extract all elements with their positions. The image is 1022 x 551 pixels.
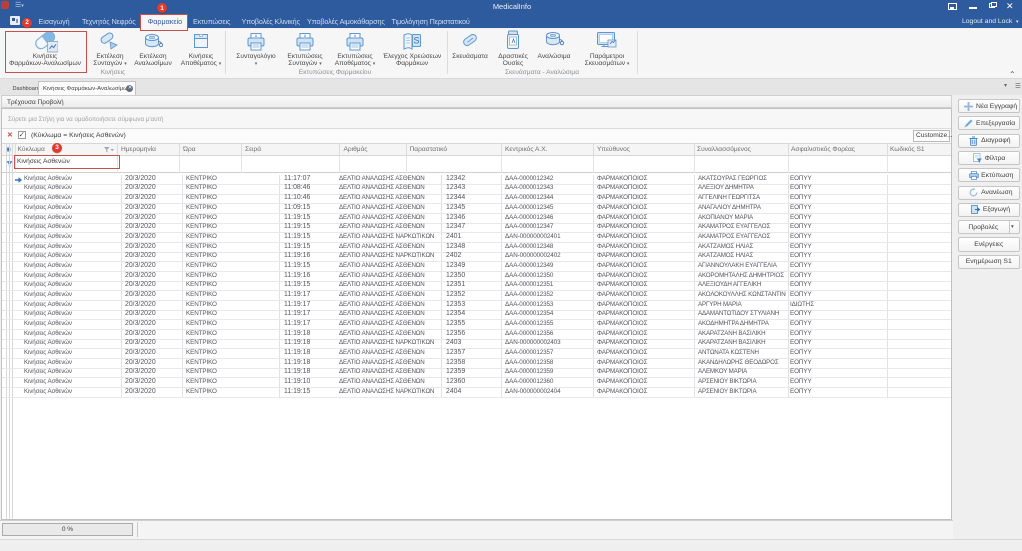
svg-text:S: S <box>413 36 419 46</box>
